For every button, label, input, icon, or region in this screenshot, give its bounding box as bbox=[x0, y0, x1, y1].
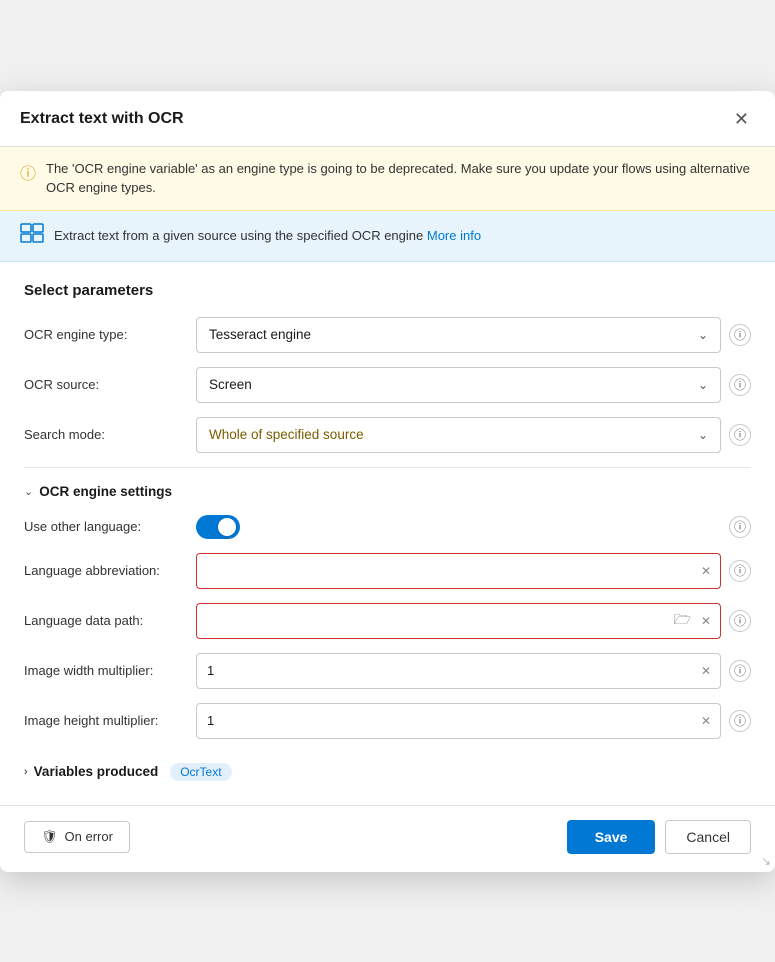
language-data-path-info-button[interactable]: ⓘ bbox=[729, 610, 751, 632]
image-width-info-button[interactable]: ⓘ bbox=[729, 660, 751, 682]
close-button[interactable]: ✕ bbox=[728, 107, 755, 132]
search-mode-chevron-icon: ⌄ bbox=[698, 428, 708, 442]
warning-banner: ⓘ The 'OCR engine variable' as an engine… bbox=[0, 147, 775, 211]
ocr-settings-title: OCR engine settings bbox=[39, 484, 172, 499]
variables-row: › Variables produced OcrText bbox=[24, 753, 751, 781]
ocr-engine-info-button[interactable]: ⓘ bbox=[729, 324, 751, 346]
search-mode-dropdown[interactable]: Whole of specified source ⌄ bbox=[196, 417, 721, 453]
more-info-link[interactable]: More info bbox=[427, 228, 481, 243]
language-data-path-clear-button[interactable]: ✕ bbox=[699, 612, 713, 630]
ocr-settings-collapse-icon[interactable]: ⌄ bbox=[24, 485, 33, 498]
ocr-engine-row: OCR engine type: Tesseract engine ⌄ ⓘ bbox=[24, 317, 751, 353]
cancel-button[interactable]: Cancel bbox=[665, 820, 751, 854]
search-mode-row: Search mode: Whole of specified source ⌄… bbox=[24, 417, 751, 453]
dialog-footer: 🛡 On error Save Cancel bbox=[0, 805, 775, 872]
warning-text: The 'OCR engine variable' as an engine t… bbox=[46, 159, 755, 198]
dialog-title: Extract text with OCR bbox=[20, 110, 184, 128]
language-data-path-input[interactable] bbox=[196, 603, 721, 639]
use-other-language-info-button[interactable]: ⓘ bbox=[729, 516, 751, 538]
on-error-button[interactable]: 🛡 On error bbox=[24, 821, 130, 853]
ocr-source-chevron-icon: ⌄ bbox=[698, 378, 708, 392]
image-height-clear-button[interactable]: ✕ bbox=[699, 712, 713, 730]
language-data-path-label: Language data path: bbox=[24, 613, 184, 628]
use-other-language-row: Use other language: ⓘ bbox=[24, 515, 751, 539]
language-data-path-folder-button[interactable]: 🗁 bbox=[672, 607, 693, 635]
language-abbreviation-info-button[interactable]: ⓘ bbox=[729, 560, 751, 582]
language-abbreviation-row: Language abbreviation: ✕ ⓘ bbox=[24, 553, 751, 589]
ocr-settings-header: ⌄ OCR engine settings bbox=[24, 484, 751, 499]
section-divider bbox=[24, 467, 751, 468]
ocr-engine-chevron-icon: ⌄ bbox=[698, 328, 708, 342]
ocr-engine-label: OCR engine type: bbox=[24, 327, 184, 342]
ocr-source-dropdown[interactable]: Screen ⌄ bbox=[196, 367, 721, 403]
info-banner: Extract text from a given source using t… bbox=[0, 211, 775, 262]
image-width-clear-button[interactable]: ✕ bbox=[699, 662, 713, 680]
language-abbreviation-label: Language abbreviation: bbox=[24, 563, 184, 578]
use-other-language-label: Use other language: bbox=[24, 519, 184, 534]
ocr-source-row: OCR source: Screen ⌄ ⓘ bbox=[24, 367, 751, 403]
language-data-path-row: Language data path: 🗁 ✕ ⓘ bbox=[24, 603, 751, 639]
variables-label: Variables produced bbox=[34, 764, 159, 779]
variables-badge: OcrText bbox=[170, 763, 231, 781]
ocr-icon bbox=[20, 223, 44, 249]
language-abbreviation-clear-button[interactable]: ✕ bbox=[699, 562, 713, 580]
image-width-label: Image width multiplier: bbox=[24, 663, 184, 678]
ocr-source-info-button[interactable]: ⓘ bbox=[729, 374, 751, 396]
on-error-label: On error bbox=[65, 829, 113, 844]
image-height-row: Image height multiplier: ✕ ⓘ bbox=[24, 703, 751, 739]
language-abbreviation-input[interactable] bbox=[196, 553, 721, 589]
image-height-label: Image height multiplier: bbox=[24, 713, 184, 728]
search-mode-value: Whole of specified source bbox=[209, 427, 364, 442]
image-height-info-button[interactable]: ⓘ bbox=[729, 710, 751, 732]
warning-icon: ⓘ bbox=[20, 160, 36, 184]
search-mode-info-button[interactable]: ⓘ bbox=[729, 424, 751, 446]
info-banner-text: Extract text from a given source using t… bbox=[54, 228, 481, 243]
image-width-row: Image width multiplier: ✕ ⓘ bbox=[24, 653, 751, 689]
image-width-input[interactable] bbox=[196, 653, 721, 689]
ocr-source-value: Screen bbox=[209, 377, 252, 392]
use-other-language-toggle[interactable] bbox=[196, 515, 240, 539]
ocr-engine-dropdown[interactable]: Tesseract engine ⌄ bbox=[196, 317, 721, 353]
ocr-engine-value: Tesseract engine bbox=[209, 327, 311, 342]
shield-icon: 🛡 bbox=[41, 829, 58, 845]
variables-expand-icon[interactable]: › bbox=[24, 766, 28, 778]
resize-handle: ↘ bbox=[761, 854, 771, 868]
ocr-source-label: OCR source: bbox=[24, 377, 184, 392]
image-height-input[interactable] bbox=[196, 703, 721, 739]
save-button[interactable]: Save bbox=[567, 820, 656, 854]
search-mode-label: Search mode: bbox=[24, 427, 184, 442]
section-title: Select parameters bbox=[24, 282, 751, 299]
